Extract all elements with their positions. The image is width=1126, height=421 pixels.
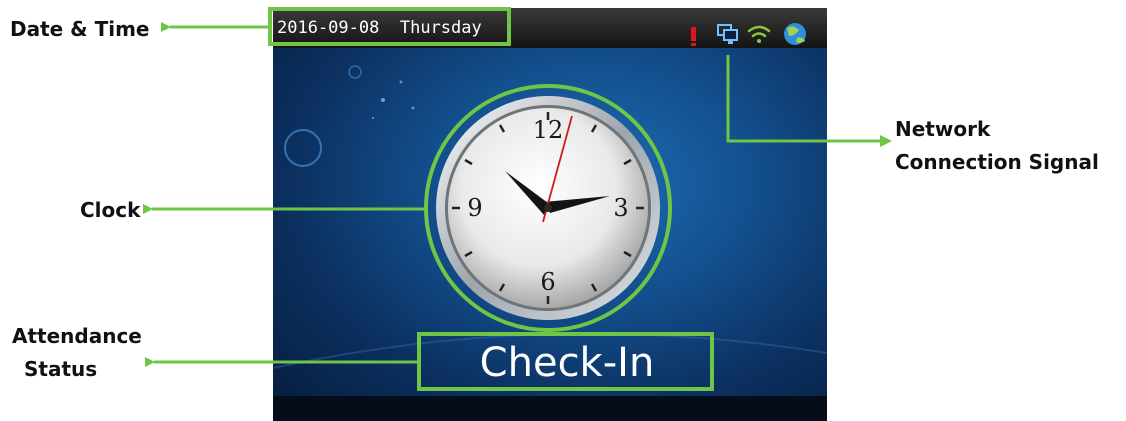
callout-arrows xyxy=(143,22,892,367)
network-arrowhead xyxy=(880,135,892,147)
clock-highlight-ring xyxy=(424,84,672,332)
network-connector xyxy=(726,55,880,143)
